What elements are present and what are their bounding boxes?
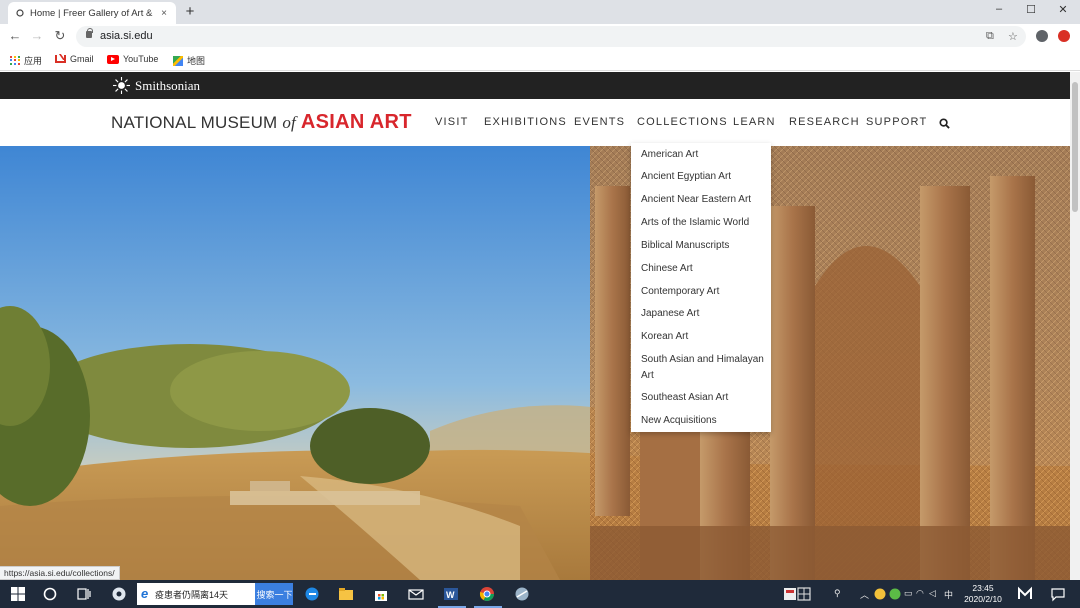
mail-icon[interactable] (408, 586, 424, 602)
address-bar[interactable]: asia.si.edu ⧉ ☆ (76, 26, 1026, 47)
app-pinwheel-icon[interactable] (111, 586, 127, 602)
forward-arrow-icon[interactable]: → (29, 28, 45, 43)
close-window-button[interactable]: ✕ (1055, 3, 1071, 16)
nav-exhibitions[interactable]: EXHIBITIONS (484, 116, 567, 128)
browser-tab-strip: Home | Freer Gallery of Art & × + – ☐ ✕ (0, 0, 1080, 24)
menu-item-japanese-art[interactable]: Japanese Art (641, 306, 765, 322)
minimize-button[interactable]: – (991, 3, 1007, 15)
screen: Home | Freer Gallery of Art & × + – ☐ ✕ … (0, 0, 1080, 608)
word-icon[interactable]: W (443, 586, 459, 602)
scrollbar-thumb[interactable] (1072, 82, 1078, 212)
smithsonian-bar: Smithsonian (0, 72, 1070, 99)
site-header: NATIONAL MUSEUM of ASIAN ART VISIT EXHIB… (0, 99, 1070, 146)
apps-grid-icon (10, 55, 20, 66)
new-tab-button[interactable]: + (182, 3, 198, 20)
tray-green-icon[interactable] (889, 588, 901, 600)
nav-visit[interactable]: VISIT (435, 116, 469, 128)
menu-item-korean-art[interactable]: Korean Art (641, 329, 765, 345)
browser-tab[interactable]: Home | Freer Gallery of Art & × (8, 2, 176, 24)
bookmark-label: 应用 (24, 56, 43, 66)
wifi-icon[interactable]: ◠ (916, 588, 924, 599)
tab-title: Home | Freer Gallery of Art & (30, 7, 153, 19)
clock-date: 2020/2/10 (964, 594, 1002, 604)
gmail-icon (55, 55, 66, 63)
taskbar-search-text: 疫患者仍隔离14天 (155, 590, 229, 600)
menu-item-ancient-near-eastern-art[interactable]: Ancient Near Eastern Art (641, 192, 765, 208)
taskbar-search-input[interactable]: e 疫患者仍隔离14天 (137, 583, 255, 605)
bookmarks-bar: 应用 Gmail YouTube 地图 (0, 49, 1080, 71)
lock-icon (86, 28, 93, 38)
extension-icon[interactable] (1058, 30, 1070, 42)
logo-of: of (282, 113, 296, 132)
smithsonian-sun-icon[interactable] (113, 77, 130, 94)
page-scrollbar[interactable] (1070, 72, 1080, 580)
bookmark-maps[interactable]: 地图 (173, 54, 205, 67)
bookmark-label: 地图 (187, 56, 206, 66)
volume-icon[interactable]: ◁ (929, 588, 936, 599)
nav-learn[interactable]: LEARN (733, 116, 776, 128)
edge-icon[interactable] (304, 586, 320, 602)
bookmark-gmail[interactable]: Gmail (55, 54, 94, 64)
chrome-icon[interactable] (479, 586, 495, 602)
reload-icon[interactable]: ↻ (52, 28, 68, 44)
collections-dropdown: American Art Ancient Egyptian Art Ancien… (631, 143, 771, 432)
windows-taskbar: e 疫患者仍隔离14天 搜索一下 W ⚲ ︿ ▭ ◠ ◁ 中 23:45 202… (0, 580, 1080, 608)
browser-toolbar: ← → ↻ asia.si.edu ⧉ ☆ (0, 24, 1080, 49)
ruins-landscape-image (0, 146, 1070, 580)
satellite-app-icon[interactable] (514, 586, 530, 602)
nav-research[interactable]: RESEARCH (789, 116, 860, 128)
bookmark-label: YouTube (123, 54, 159, 64)
menu-item-southeast-asian-art[interactable]: Southeast Asian Art (641, 390, 765, 406)
link-status-bar: https://asia.si.edu/collections/ (0, 566, 120, 580)
translate-icon[interactable]: ⧉ (986, 30, 994, 43)
menu-item-biblical-manuscripts[interactable]: Biblical Manuscripts (641, 238, 765, 254)
menu-item-islamic-world[interactable]: Arts of the Islamic World (641, 215, 765, 231)
svg-text:W: W (446, 590, 455, 600)
clock-time: 23:45 (972, 583, 994, 593)
cortana-icon[interactable] (42, 586, 58, 602)
notification-center-icon[interactable] (1050, 586, 1066, 602)
maps-icon (173, 55, 183, 66)
people-icon[interactable]: ⚲ (834, 588, 841, 599)
maximize-button[interactable]: ☐ (1023, 3, 1039, 16)
menu-item-new-acquisitions[interactable]: New Acquisitions (641, 413, 765, 429)
tray-wechat-icon[interactable] (874, 588, 886, 600)
file-explorer-icon[interactable] (338, 586, 354, 602)
menu-item-american-art[interactable]: American Art (641, 147, 765, 163)
nav-collections[interactable]: COLLECTIONS (637, 116, 728, 128)
taskbar-search-button[interactable]: 搜索一下 (255, 583, 293, 605)
smithsonian-logo-text[interactable]: Smithsonian (135, 78, 200, 94)
bookmark-apps[interactable]: 应用 (10, 54, 42, 67)
ie-search-icon: e (141, 586, 149, 601)
tab-close-icon[interactable]: × (158, 8, 170, 19)
profile-icon[interactable] (1036, 30, 1048, 42)
bookmark-star-icon[interactable]: ☆ (1008, 30, 1018, 43)
logo-prefix: NATIONAL MUSEUM (111, 113, 283, 132)
menu-item-south-asian-himalayan-art[interactable]: South Asian and Himalayan Art (641, 352, 765, 383)
back-arrow-icon[interactable]: ← (7, 28, 23, 43)
system-clock[interactable]: 23:45 2020/2/10 (958, 583, 1008, 605)
tray-expand-chevron-icon[interactable]: ︿ (860, 588, 869, 601)
tray-m-logo-icon[interactable] (1017, 586, 1033, 602)
logo-asian-art: ASIAN ART (300, 111, 412, 133)
menu-item-contemporary-art[interactable]: Contemporary Art (641, 284, 765, 300)
bookmark-youtube[interactable]: YouTube (107, 54, 158, 64)
search-icon[interactable] (939, 118, 950, 129)
windows-start-icon[interactable] (10, 586, 26, 602)
store-icon[interactable] (373, 586, 389, 602)
task-view-icon[interactable] (76, 586, 92, 602)
battery-icon[interactable]: ▭ (904, 588, 913, 599)
tray-grid-icon[interactable] (796, 586, 812, 602)
bookmark-label: Gmail (70, 54, 94, 64)
menu-item-chinese-art[interactable]: Chinese Art (641, 261, 765, 277)
nav-events[interactable]: EVENTS (574, 116, 625, 128)
museum-logo[interactable]: NATIONAL MUSEUM of ASIAN ART (111, 111, 412, 134)
ime-indicator[interactable]: 中 (944, 588, 953, 601)
hero-image (0, 146, 1070, 580)
youtube-icon (107, 54, 119, 64)
url-text[interactable]: asia.si.edu (100, 30, 153, 42)
menu-item-ancient-egyptian-art[interactable]: Ancient Egyptian Art (641, 169, 765, 185)
museum-favicon-icon (15, 8, 25, 18)
nav-support[interactable]: SUPPORT (866, 116, 927, 128)
